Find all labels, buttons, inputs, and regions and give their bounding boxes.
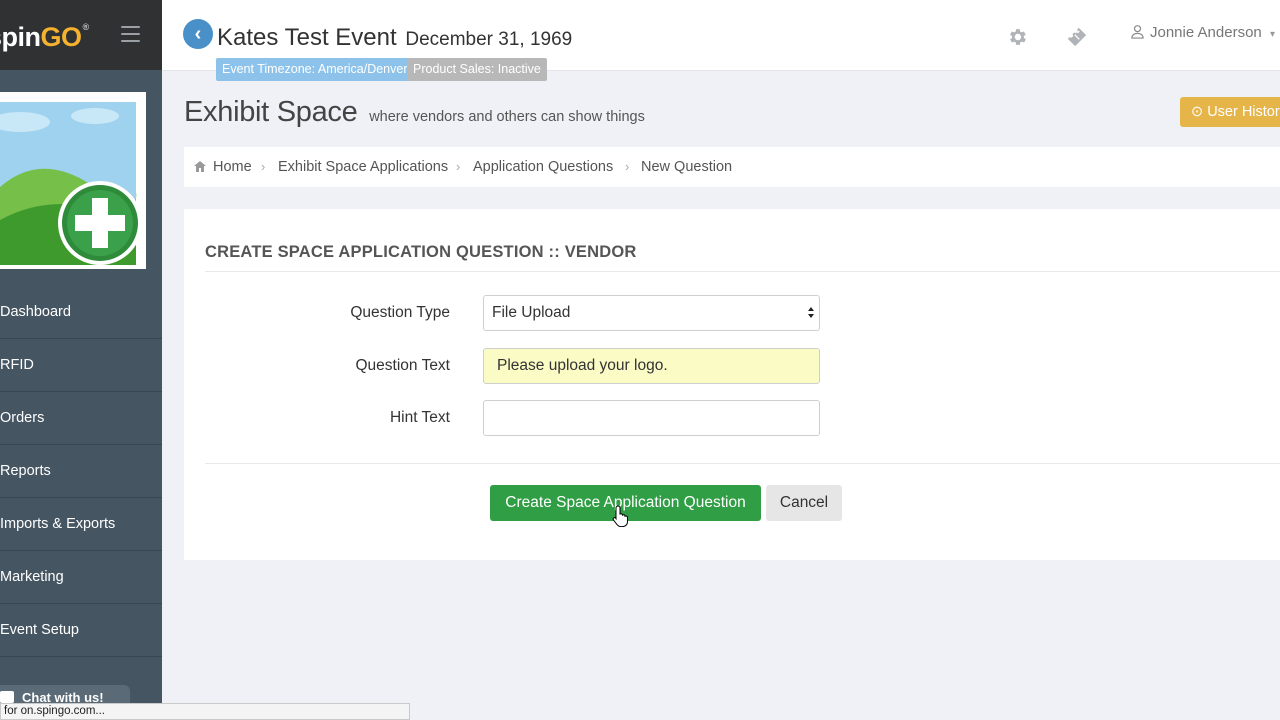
cancel-button[interactable]: Cancel: [766, 485, 842, 521]
sidebar-item-rfid[interactable]: RFID: [0, 339, 162, 392]
question-type-value: File Upload: [492, 304, 571, 321]
timezone-badge: Event Timezone: America/Denver: [216, 58, 414, 81]
question-type-select[interactable]: File Upload: [483, 295, 820, 331]
breadcrumb-separator-icon: ›: [261, 159, 266, 174]
divider: [205, 463, 1280, 464]
app-logo[interactable]: spinGO®: [0, 22, 89, 53]
user-icon: [1131, 25, 1144, 39]
event-date: December 31, 1969: [405, 29, 573, 50]
sidebar-item-orders[interactable]: Orders: [0, 392, 162, 445]
sidebar-nav: Dashboard RFID Orders Reports Imports & …: [0, 286, 162, 657]
logo-main: pin: [1, 22, 42, 52]
user-menu[interactable]: Jonnie Anderson ▾: [1130, 24, 1275, 41]
sidebar-item-event-setup[interactable]: Event Setup: [0, 604, 162, 657]
breadcrumb-separator-icon: ›: [625, 159, 630, 174]
logo-reg: ®: [82, 22, 90, 32]
page-title: Exhibit Space: [184, 96, 358, 128]
page-subtitle: where vendors and others can show things: [369, 109, 645, 125]
divider: [205, 271, 1280, 272]
breadcrumb-application-questions[interactable]: Application Questions: [473, 147, 613, 187]
top-bar: ‹ Kates Test Event December 31, 1969 Eve…: [162, 0, 1280, 81]
sidebar-item-reports[interactable]: Reports: [0, 445, 162, 498]
hint-text-label: Hint Text: [389, 409, 450, 426]
sidebar-item-marketing[interactable]: Marketing: [0, 551, 162, 604]
product-sales-badge: Product Sales: Inactive: [407, 58, 547, 81]
clock-icon: ⊙: [1191, 104, 1208, 120]
breadcrumb-home[interactable]: Home: [194, 147, 252, 187]
ticket-icon[interactable]: [1066, 26, 1088, 48]
sidebar-item-dashboard[interactable]: Dashboard: [0, 286, 162, 339]
event-title: Kates Test Event: [217, 24, 397, 51]
event-placeholder-image: [0, 92, 146, 269]
event-title-area: Kates Test Event December 31, 1969: [217, 24, 572, 52]
breadcrumb-exhibit-space-applications[interactable]: Exhibit Space Applications: [278, 147, 448, 187]
breadcrumb-new-question: New Question: [641, 159, 733, 175]
logo-accent: GO: [40, 22, 83, 52]
status-bar-url: for on.spingo.com...: [0, 703, 410, 720]
sidebar-item-imports-exports[interactable]: Imports & Exports: [0, 498, 162, 551]
event-image[interactable]: [0, 92, 146, 269]
breadcrumb-separator-icon: ›: [456, 159, 461, 174]
chevron-down-icon: ▾: [1269, 29, 1275, 40]
user-name: Jonnie Anderson: [1150, 24, 1262, 41]
question-text-input[interactable]: Please upload your logo.: [483, 348, 820, 384]
hamburger-menu-icon[interactable]: [121, 26, 140, 47]
back-arrow-icon[interactable]: ‹: [183, 19, 213, 49]
home-icon: [194, 161, 206, 172]
page-title-area: Exhibit Space where vendors and others c…: [184, 96, 645, 129]
select-arrows-icon: [808, 307, 814, 318]
hint-text-input[interactable]: [483, 400, 820, 436]
hand-cursor-icon: [612, 505, 628, 527]
question-text-label: Question Text: [355, 357, 451, 374]
user-history-label: User History: [1207, 104, 1280, 120]
gear-icon[interactable]: [1006, 26, 1028, 48]
form-panel: CREATE SPACE APPLICATION QUESTION :: VEN…: [184, 209, 1280, 560]
form-title: CREATE SPACE APPLICATION QUESTION :: VEN…: [205, 243, 637, 261]
user-history-button[interactable]: ⊙ User History: [1180, 97, 1280, 127]
question-type-label: Question Type: [350, 304, 450, 321]
brand-bar: spinGO®: [0, 0, 162, 70]
breadcrumb-home-label: Home: [213, 159, 252, 175]
chat-icon: [0, 691, 14, 703]
question-text-value: Please upload your logo.: [497, 357, 668, 374]
breadcrumb: Home › Exhibit Space Applications › Appl…: [184, 147, 1280, 187]
sidebar: spinGO® Dashboard RFID Orders Reports Im…: [0, 0, 162, 720]
